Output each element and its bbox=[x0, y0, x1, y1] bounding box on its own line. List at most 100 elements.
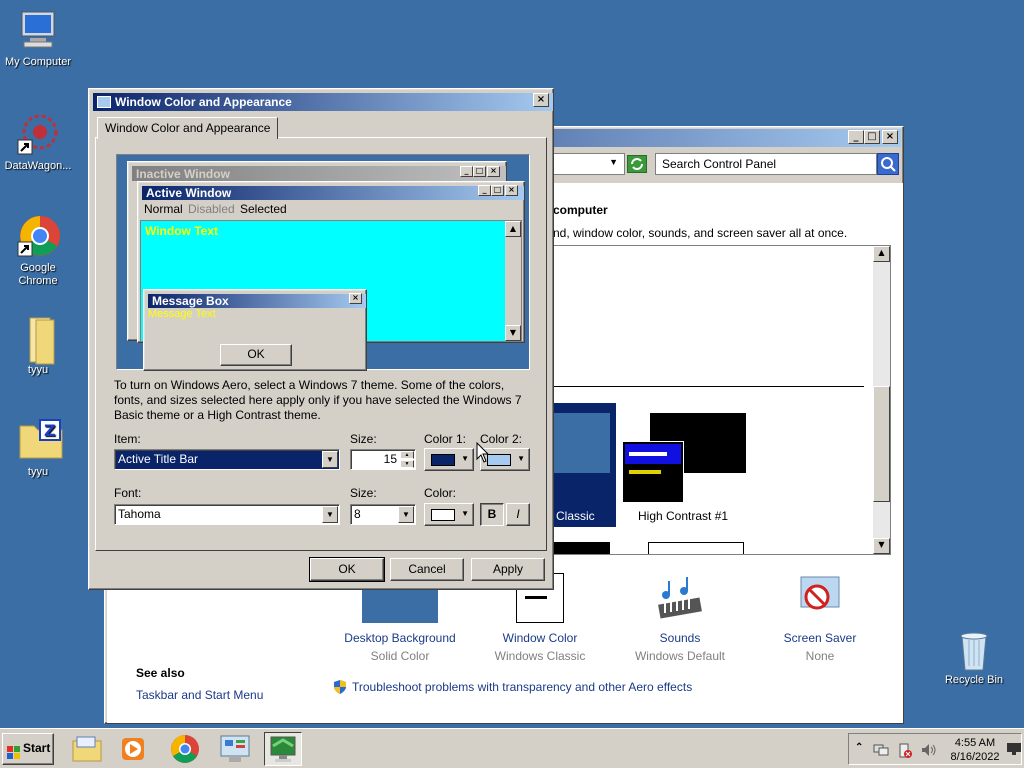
italic-toggle[interactable]: I bbox=[506, 503, 530, 526]
folder-icon bbox=[16, 316, 60, 365]
preview-message-box: Message Box × Message Text OK bbox=[143, 289, 367, 371]
screen-saver-icon bbox=[795, 573, 845, 623]
address-bar[interactable]: ▼ bbox=[545, 153, 625, 175]
monitor-icon[interactable] bbox=[1007, 743, 1021, 755]
maximize-button[interactable]: □ bbox=[864, 130, 880, 144]
ok-button[interactable]: OK bbox=[309, 557, 385, 582]
spin-down-icon[interactable]: ▼ bbox=[400, 460, 414, 468]
item-title: Desktop Background bbox=[344, 631, 456, 645]
item-title: Sounds bbox=[659, 631, 701, 645]
desktop-icon-my-computer[interactable]: My Computer bbox=[0, 8, 76, 69]
msgbox-close-icon: × bbox=[349, 293, 362, 304]
desktop-icon-label: Recycle Bin bbox=[944, 674, 1004, 686]
chevron-down-icon[interactable]: ▼ bbox=[609, 157, 618, 167]
media-player-taskbar-icon[interactable] bbox=[114, 732, 152, 766]
troubleshoot-link[interactable]: Troubleshoot problems with transparency … bbox=[352, 680, 692, 694]
screen-saver-item[interactable]: Screen Saver None bbox=[755, 573, 885, 663]
tab-window-color[interactable]: Window Color and Appearance bbox=[97, 117, 279, 139]
font-size-dropdown[interactable]: 8 ▼ bbox=[350, 504, 416, 525]
desktop-icon-google-chrome[interactable]: Google Chrome bbox=[0, 214, 76, 288]
chevron-down-icon[interactable]: ▼ bbox=[398, 506, 414, 523]
action-center-icon[interactable] bbox=[897, 743, 913, 758]
font-value: Tahoma bbox=[118, 507, 161, 521]
font-size-label: Size: bbox=[350, 486, 377, 500]
zip-folder-icon: Z bbox=[16, 418, 63, 462]
sounds-item[interactable]: Sounds Windows Default bbox=[615, 573, 745, 663]
desktop-icon-tyyu-archive[interactable]: Z tyyu bbox=[0, 418, 76, 479]
minimize-button[interactable]: _ bbox=[848, 130, 864, 144]
preview-menu-disabled: Disabled bbox=[188, 202, 235, 216]
appearance-icon bbox=[97, 96, 111, 108]
active-title-bar: Active Window bbox=[142, 186, 524, 200]
chevron-down-icon[interactable]: ▼ bbox=[322, 451, 338, 468]
desktop-icon-datawagon[interactable]: DataWagon... bbox=[0, 112, 76, 173]
theme-classic[interactable]: Classic bbox=[552, 403, 616, 527]
size-spinner[interactable]: 15 ▲ ▼ bbox=[350, 449, 416, 470]
chevron-up-icon[interactable]: ⌃ bbox=[855, 742, 863, 753]
search-input[interactable]: Search Control Panel bbox=[655, 153, 877, 175]
size-label: Size: bbox=[350, 432, 377, 446]
bold-toggle[interactable]: B bbox=[480, 503, 504, 526]
chevron-down-icon: ▼ bbox=[461, 454, 469, 463]
item-dropdown[interactable]: Active Title Bar ▼ bbox=[114, 449, 340, 470]
cancel-button[interactable]: Cancel bbox=[390, 558, 464, 581]
font-color-label: Color: bbox=[424, 486, 457, 500]
active-caption-buttons: _ □ × bbox=[478, 185, 518, 196]
see-also-heading: See also bbox=[136, 666, 185, 680]
theme-high-contrast-1[interactable]: High Contrast #1 bbox=[622, 403, 752, 527]
chrome-icon bbox=[16, 214, 60, 258]
preview-scrollbar: ▲ ▼ bbox=[505, 221, 521, 341]
msgbox-title: Message Box bbox=[152, 294, 229, 308]
network-icon[interactable] bbox=[873, 743, 889, 757]
item-subtitle: None bbox=[805, 649, 835, 663]
item-subtitle: Windows Classic bbox=[494, 649, 586, 663]
item-subtitle: Solid Color bbox=[370, 649, 430, 663]
computer-icon bbox=[16, 8, 60, 52]
inactive-title: Inactive Window bbox=[136, 166, 230, 181]
font-label: Font: bbox=[114, 486, 142, 500]
theme-preview-window bbox=[622, 441, 684, 503]
color1-swatch bbox=[431, 454, 455, 466]
msgbox-text: Message Text bbox=[148, 308, 216, 320]
refresh-icon[interactable] bbox=[627, 155, 647, 173]
control-panel-taskbar-icon[interactable] bbox=[216, 732, 254, 766]
clock-date: 8/16/2022 bbox=[950, 751, 1000, 763]
font-dropdown[interactable]: Tahoma ▼ bbox=[114, 504, 340, 525]
item-label: Item: bbox=[114, 432, 141, 446]
clock-time: 4:55 AM bbox=[954, 737, 996, 749]
preview-window-text: Window Text bbox=[145, 224, 218, 238]
chrome-taskbar-icon[interactable] bbox=[166, 732, 204, 766]
apply-button[interactable]: Apply bbox=[471, 558, 545, 581]
search-icon[interactable] bbox=[877, 153, 899, 175]
scroll-up-icon[interactable]: ▲ bbox=[873, 246, 890, 262]
item-title: Screen Saver bbox=[783, 631, 857, 645]
start-button[interactable]: Start bbox=[2, 733, 54, 765]
sounds-icon bbox=[655, 573, 705, 623]
scroll-down-icon[interactable]: ▼ bbox=[873, 538, 890, 554]
inactive-caption-buttons: _ □ × bbox=[460, 166, 500, 177]
clock[interactable]: 4:55 AM 8/16/2022 bbox=[947, 736, 1003, 764]
color1-picker[interactable]: ▼ bbox=[424, 448, 474, 471]
item-title: Window Color bbox=[502, 631, 578, 645]
display-properties-taskbar-icon[interactable] bbox=[264, 732, 302, 766]
tab-panel: Inactive Window _ □ × Active Window _ □ × No… bbox=[95, 137, 547, 551]
scrollbar[interactable]: ▲ ▼ bbox=[873, 246, 890, 554]
scroll-thumb[interactable] bbox=[873, 386, 890, 502]
preview-menu-selected: Selected bbox=[240, 202, 287, 216]
volume-icon[interactable] bbox=[921, 743, 937, 757]
aero-info-text: To turn on Windows Aero, select a Window… bbox=[114, 378, 522, 422]
explorer-taskbar-icon[interactable] bbox=[68, 732, 106, 766]
item-value: Active Title Bar bbox=[118, 452, 199, 466]
shield-icon bbox=[332, 679, 348, 695]
desktop-icon-tyyu-folder[interactable]: tyyu bbox=[0, 316, 76, 377]
dialog-title-bar: Window Color and Appearance bbox=[93, 93, 553, 111]
spin-up-icon[interactable]: ▲ bbox=[400, 451, 414, 459]
taskbar-start-menu-link[interactable]: Taskbar and Start Menu bbox=[136, 688, 263, 702]
desktop-icon-label: My Computer bbox=[4, 56, 72, 68]
chevron-down-icon[interactable]: ▼ bbox=[322, 506, 338, 523]
desktop-icon-recycle-bin[interactable]: Recycle Bin bbox=[936, 626, 1012, 687]
start-label: Start bbox=[23, 741, 51, 755]
font-color-picker[interactable]: ▼ bbox=[424, 503, 474, 526]
close-icon[interactable]: × bbox=[533, 93, 549, 107]
close-button[interactable]: × bbox=[882, 130, 898, 144]
